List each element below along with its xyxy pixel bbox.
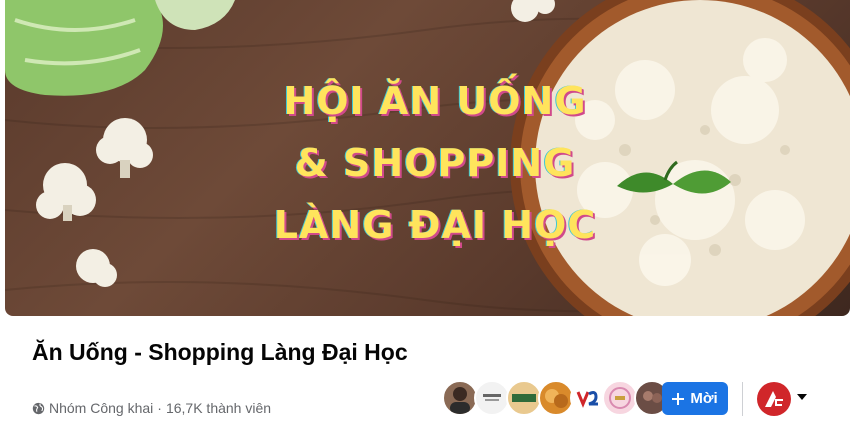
group-name[interactable]: Ăn Uống - Shopping Làng Đại Học <box>32 338 412 366</box>
member-avatar-5[interactable] <box>570 380 606 416</box>
member-count[interactable]: 16,7K thành viên <box>166 400 271 416</box>
member-avatar-2[interactable] <box>474 380 510 416</box>
privacy-label[interactable]: Nhóm Công khai <box>49 400 153 416</box>
meta-separator: · <box>157 400 162 416</box>
member-avatars <box>442 380 670 416</box>
member-avatar-4[interactable] <box>538 380 574 416</box>
globe-icon <box>32 402 45 414</box>
plus-icon <box>672 392 685 405</box>
invite-button[interactable]: Mời <box>662 382 728 415</box>
profile-avatar[interactable] <box>757 382 791 416</box>
brand-logo-icon <box>765 391 783 407</box>
group-meta: Nhóm Công khai · 16,7K thành viên <box>32 400 271 416</box>
cover-title-line-2: & SHOPPING <box>294 141 576 185</box>
cover-photo[interactable]: HỘI ĂN UỐNG & SHOPPING LÀNG ĐẠI HỌC <box>5 0 850 316</box>
invite-label: Mời <box>690 390 718 407</box>
action-divider <box>742 382 743 416</box>
chevron-down-icon[interactable] <box>797 394 807 400</box>
cover-title-line-3: LÀNG ĐẠI HỌC <box>273 203 597 247</box>
member-avatar-3[interactable] <box>506 380 542 416</box>
cover-title: HỘI ĂN UỐNG & SHOPPING LÀNG ĐẠI HỌC <box>245 70 625 256</box>
cover-title-line-1: HỘI ĂN UỐNG <box>283 79 587 123</box>
member-avatar-1[interactable] <box>442 380 478 416</box>
member-avatar-6[interactable] <box>602 380 638 416</box>
